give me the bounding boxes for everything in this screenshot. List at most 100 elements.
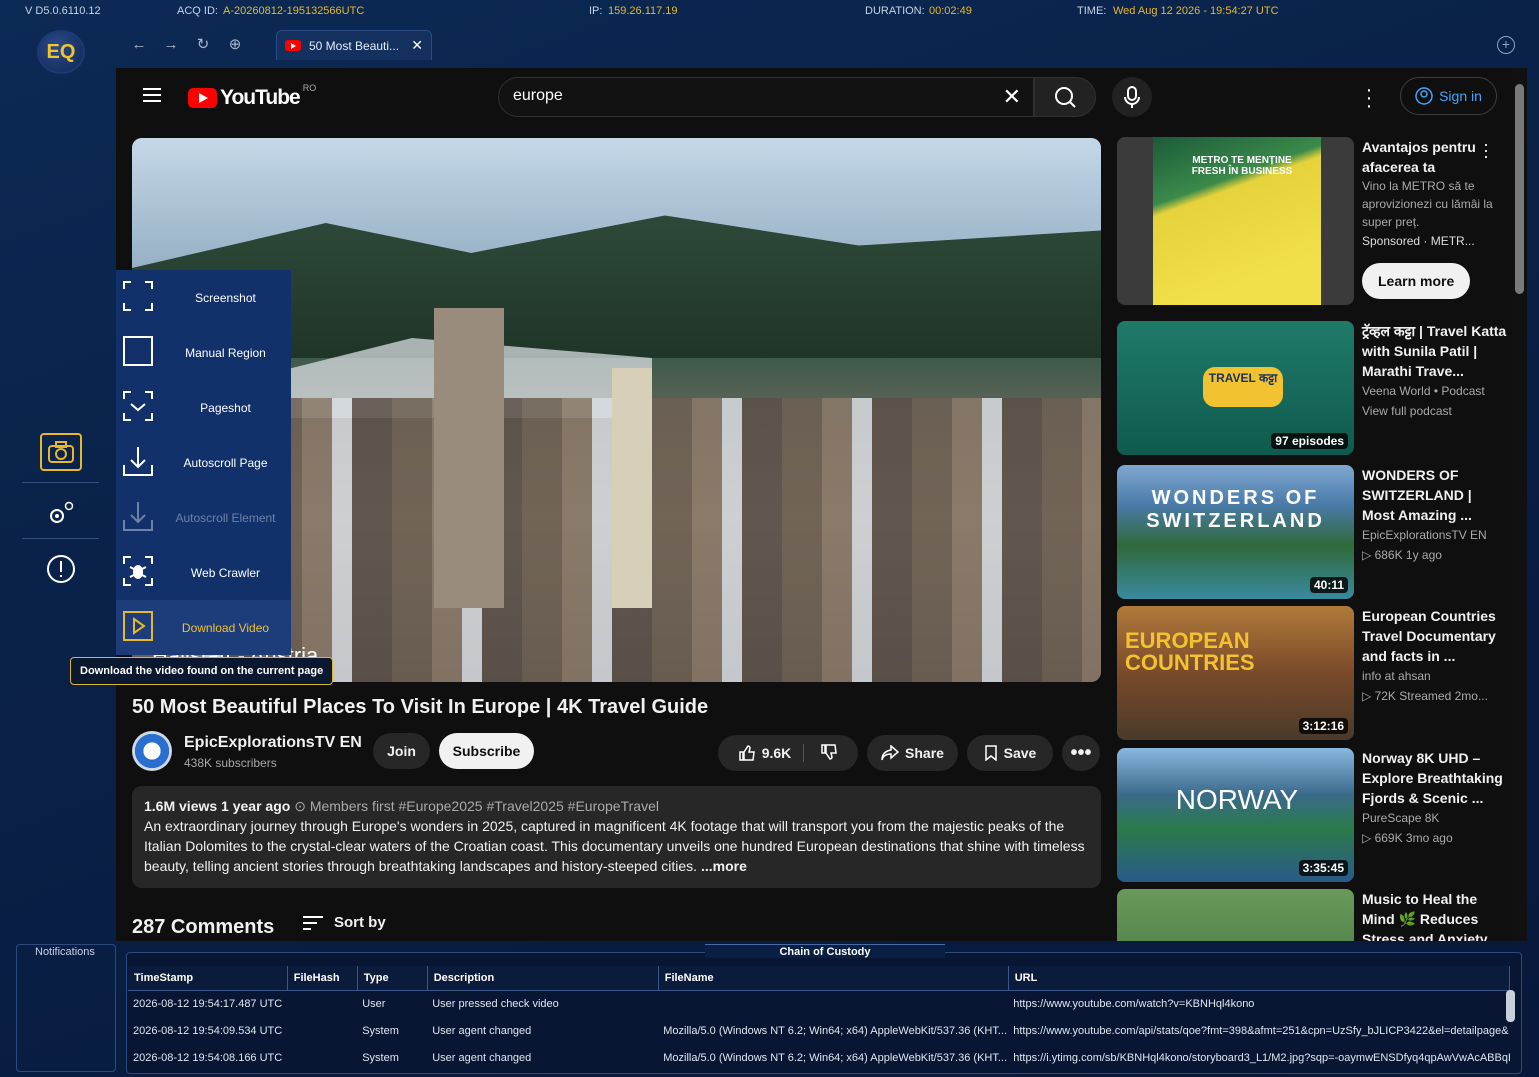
ad-text: Vino la METRO să te aprovizionezi cu lăm… [1362,179,1493,229]
cell-filename [658,990,1008,1017]
sort-comments-button[interactable]: Sort by [302,914,386,931]
table-row[interactable]: 2026-08-12 19:54:08.166 UTC System User … [128,1044,1510,1071]
recommendation-info: Music to Heal the Mind 🌿 Reduces Stress … [1362,889,1507,941]
comments-count: 287 Comments [132,916,275,938]
acq-id-label: ACQ ID: [177,5,218,17]
duration-badge: 40:11 [1309,577,1348,593]
menu-icon[interactable] [143,88,161,102]
col-timestamp[interactable]: TimeStamp [128,966,288,991]
table-row[interactable]: 2026-08-12 19:54:17.487 UTC User User pr… [128,990,1510,1017]
share-icon [881,745,900,761]
search-input[interactable] [513,87,993,105]
back-icon[interactable]: ← [128,36,150,54]
session-info-bar: V D5.0.6110.12 ACQ ID: A-20260812-195132… [0,0,1539,24]
alert-icon [47,555,75,583]
recommendation-item[interactable]: Music to Heal the Mind 🌿 Reduces Stress … [1117,889,1511,941]
share-button[interactable]: Share [867,735,958,771]
browser-tab[interactable]: 50 Most Beauti... ✕ [276,30,432,60]
new-tab-icon[interactable]: + [1497,36,1515,54]
col-filename[interactable]: FileName [658,966,1009,991]
ip-label: IP: [589,5,603,17]
youtube-header: YouTube RO ✕ ··· Sign in [116,68,1511,126]
capture-menu: Screenshot Manual Region Pageshot Autosc… [116,270,291,655]
custody-scrollbar-thumb[interactable] [1506,990,1515,1022]
recommendation-item[interactable]: EUROPEAN COUNTRIES 3:12:16 European Coun… [1117,606,1511,740]
save-button[interactable]: Save [967,735,1053,771]
members-first-badge: ⊙ Members first [294,798,395,814]
col-type[interactable]: Type [357,966,428,991]
rail-divider [22,482,99,483]
hashtags[interactable]: #Europe2025 #Travel2025 #EuropeTravel [399,798,659,814]
menu-item-web-crawler[interactable]: Web Crawler [116,545,291,600]
col-url[interactable]: URL [1008,966,1511,991]
recommendation-item[interactable]: NORWAY 3:35:45 Norway 8K UHD – Explore B… [1117,748,1511,882]
recommendation-channel: info at ahsan [1362,669,1431,683]
tab-close-icon[interactable]: ✕ [411,37,423,54]
ad-menu-icon[interactable]: · · · [1483,135,1489,165]
cell-filename: Mozilla/5.0 (Windows NT 6.2; Win64; x64)… [663,1051,1008,1064]
clear-search-icon[interactable]: ✕ [1003,84,1021,110]
settings-button[interactable] [40,494,82,532]
channel-subscribers: 438K subscribers [184,756,277,770]
join-button[interactable]: Join [373,733,430,769]
voice-search-button[interactable] [1112,77,1152,117]
subscribe-button[interactable]: Subscribe [439,733,534,769]
recommendation-thumbnail [1117,889,1354,941]
learn-more-button[interactable]: Learn more [1362,263,1471,299]
scrollbar-thumb[interactable] [1515,84,1524,294]
like-button[interactable]: 9.6K [738,744,805,762]
forward-icon[interactable]: → [160,36,182,54]
info-button[interactable] [40,550,82,588]
cell-type: System [362,1051,399,1064]
col-description[interactable]: Description [427,966,659,991]
menu-item-screenshot[interactable]: Screenshot [116,270,291,325]
dislike-button[interactable] [810,743,838,764]
table-row[interactable]: 2026-08-12 19:54:09.534 UTC System User … [128,1017,1510,1044]
show-more-link[interactable]: ...more [701,858,747,874]
thumb-text: EUROPEAN COUNTRIES [1125,628,1255,675]
like-count: 9.6K [761,745,792,761]
channel-avatar[interactable] [132,731,172,771]
channel-name[interactable]: EpicExplorationsTV EN [184,734,362,752]
reload-icon[interactable]: ↻ [192,36,214,54]
time-label: TIME: [1077,5,1107,17]
sign-in-button[interactable]: Sign in [1400,77,1497,115]
recommendation-item[interactable]: TRAVEL कट्टा 97 episodes ट्रॅव्हल कट्टा … [1117,321,1511,455]
recommendation-item[interactable]: WONDERS OF SWITZERLAND 40:11 WONDERS OF … [1117,465,1511,599]
more-actions-button[interactable]: ••• [1062,735,1100,771]
youtube-logo[interactable]: YouTube RO [188,83,316,110]
like-dislike-group: 9.6K [718,735,858,771]
menu-item-label: Download Video [181,620,270,635]
page-scrollbar[interactable] [1512,68,1527,941]
menu-item-manual-region[interactable]: Manual Region [116,325,291,380]
ad-thumb-text: METRO TE MENȚINE FRESH ÎN BUSINESS [1191,155,1293,177]
description-text: An extraordinary journey through Europe'… [144,818,1085,874]
search-button[interactable] [1034,77,1096,117]
ad-thumbnail[interactable]: METRO TE MENȚINE FRESH ÎN BUSINESS [1117,137,1354,305]
sponsored-ad[interactable]: METRO TE MENȚINE FRESH ÎN BUSINESS Avant… [1117,135,1511,307]
cell-filename: Mozilla/5.0 (Windows NT 6.2; Win64; x64)… [663,1024,1008,1037]
custody-header-row: TimeStamp FileHash Type Description File… [128,966,1511,991]
view-full-podcast-link[interactable]: View full podcast [1362,401,1507,421]
menu-item-autoscroll-page[interactable]: Autoscroll Page [116,435,291,490]
sort-by-label: Sort by [334,914,386,931]
menu-item-download-video[interactable]: Download Video [116,600,291,655]
chain-of-custody-title: Chain of Custody [705,944,945,958]
acq-id-value: A-20260812-195132566UTC [223,5,365,17]
globe-icon[interactable]: ⊕ [224,36,246,54]
col-filehash[interactable]: FileHash [287,966,358,991]
video-frame-tower [434,308,504,608]
video-description[interactable]: 1.6M views 1 year ago ⊙ Members first #E… [132,786,1101,888]
cell-filehash [287,990,357,1017]
settings-kebab-icon[interactable]: · · · [1364,80,1374,116]
menu-item-pageshot[interactable]: Pageshot [116,380,291,435]
recommendation-thumbnail: NORWAY 3:35:45 [1117,748,1354,882]
account-icon [1415,87,1433,105]
cell-description: User agent changed [432,1051,532,1064]
capture-button[interactable] [40,433,82,471]
bookmark-icon [984,745,997,761]
menu-item-label: Autoscroll Element [175,510,276,525]
cell-type: User [362,997,386,1010]
menu-item-label: Pageshot [200,400,251,415]
thumb-text: NORWAY [1175,784,1299,815]
